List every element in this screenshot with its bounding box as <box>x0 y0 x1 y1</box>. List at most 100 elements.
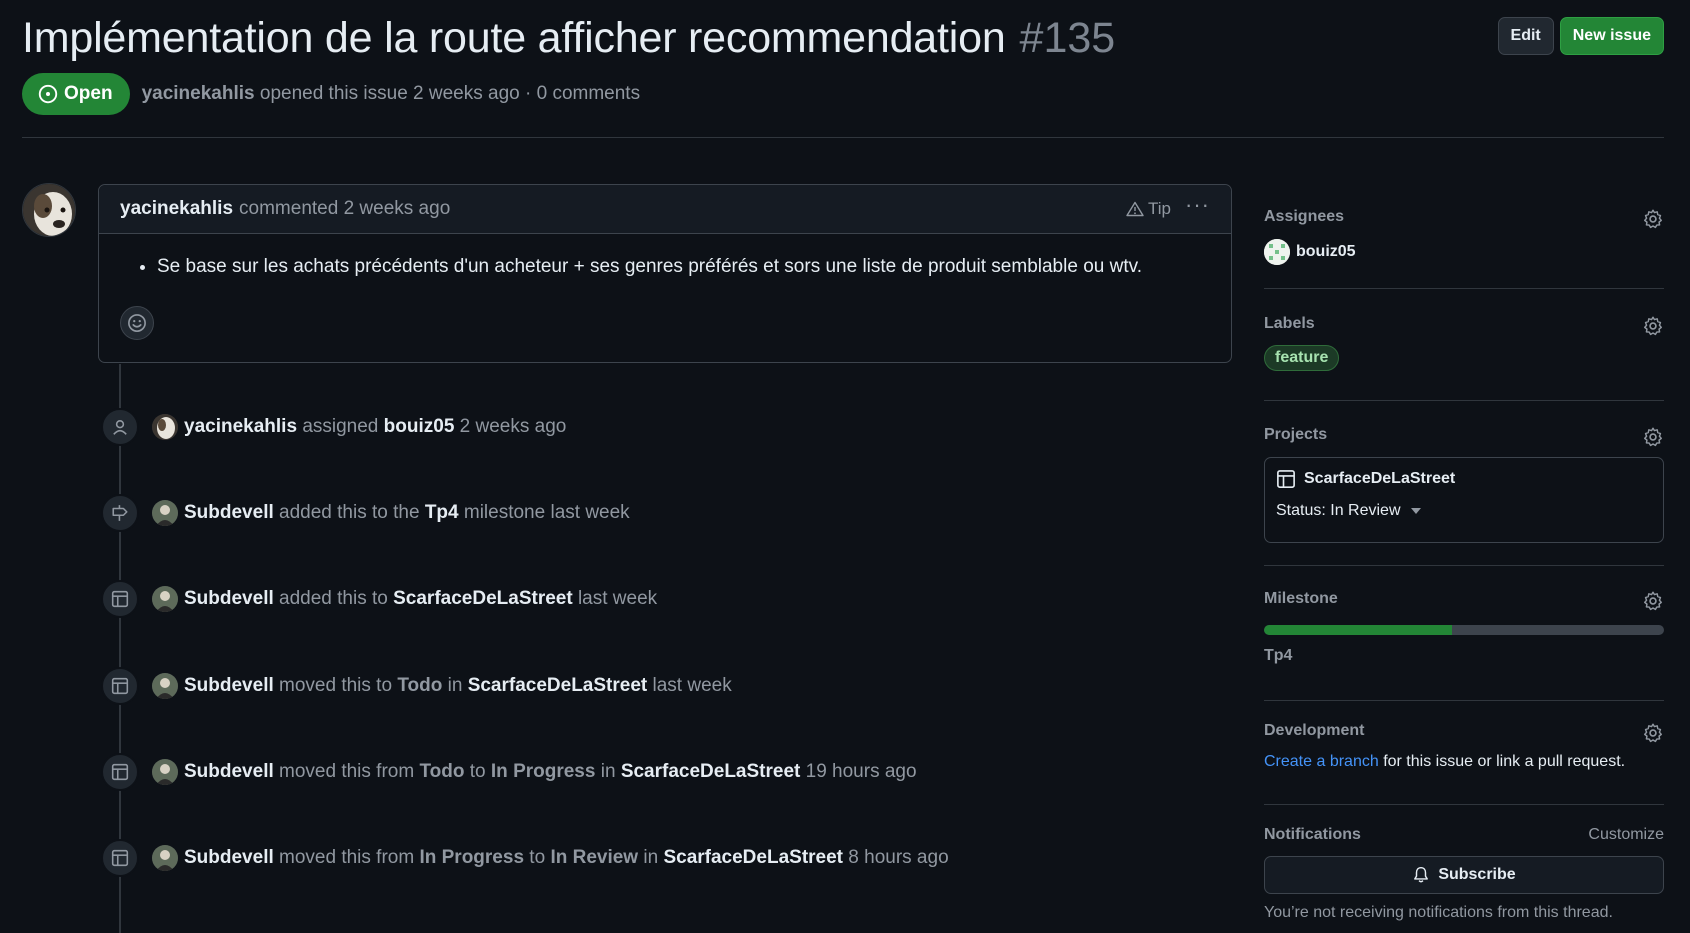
event-verb: added this to <box>279 588 388 609</box>
header-actions: Edit New issue <box>1497 17 1664 55</box>
customize-link[interactable]: Customize <box>1588 826 1664 844</box>
event-actor-link[interactable]: Subdevell <box>184 502 274 523</box>
smiley-icon <box>128 314 146 332</box>
subscribe-button[interactable]: Subscribe <box>1264 856 1664 894</box>
event-text: Subdevell moved this from In Progress to… <box>184 847 949 869</box>
gear-icon[interactable] <box>1642 722 1664 749</box>
labels-title: Labels <box>1264 315 1315 332</box>
gear-icon[interactable] <box>1642 315 1664 342</box>
project-card: ScarfaceDeLaStreet Status: In Review <box>1264 457 1664 543</box>
project-table-icon <box>101 580 139 618</box>
avatar[interactable] <box>152 414 178 440</box>
event-column: In Review <box>550 847 639 868</box>
kebab-menu-icon[interactable]: ··· <box>1185 194 1210 216</box>
event-column: In Progress <box>419 847 525 868</box>
event-text: Subdevell moved this from Todo to In Pro… <box>184 761 917 783</box>
avatar[interactable] <box>152 673 178 699</box>
avatar[interactable] <box>152 500 178 526</box>
event-actor-link[interactable]: Subdevell <box>184 588 274 609</box>
title-row: Implémentation de la route afficher reco… <box>22 10 1664 66</box>
project-table-icon <box>101 667 139 705</box>
comment-author-link[interactable]: yacinekahlis <box>120 198 233 220</box>
comment-box: yacinekahlis commented 2 weeks ago Tip ·… <box>98 184 1232 363</box>
tip-label: Tip <box>1148 199 1172 218</box>
event-entity-link[interactable]: ScarfaceDeLaStreet <box>468 675 648 696</box>
gear-icon[interactable] <box>1642 590 1664 617</box>
event-entity-link[interactable]: ScarfaceDeLaStreet <box>621 761 801 782</box>
timeline-event: Subdevell moved this to Todo in Scarface… <box>101 666 732 706</box>
event-time: last week <box>577 588 658 609</box>
event-verb: in <box>600 761 616 782</box>
development-rest-text: for this issue or link a pull request. <box>1383 753 1626 770</box>
project-table-icon <box>101 753 139 791</box>
assignee-name: bouiz05 <box>1296 243 1356 260</box>
development-text: Create a branch for this issue or link a… <box>1264 753 1664 771</box>
project-status-dropdown[interactable]: Status: In Review <box>1276 502 1652 520</box>
event-text: yacinekahlis assigned bouiz05 2 weeks ag… <box>184 416 566 438</box>
comment-actions: Tip ··· <box>1126 194 1210 219</box>
event-actor-link[interactable]: Subdevell <box>184 847 274 868</box>
timeline-event: Subdevell moved this from In Progress to… <box>101 838 949 878</box>
milestone-section: Milestone Tp4 <box>1264 590 1664 701</box>
event-actor-link[interactable]: Subdevell <box>184 761 274 782</box>
notifications-info: You’re not receiving notifications from … <box>1264 904 1613 921</box>
milestone-link[interactable]: Tp4 <box>1264 647 1664 665</box>
author-link[interactable]: yacinekahlis <box>142 83 255 104</box>
timeline-event: Subdevell moved this from Todo to In Pro… <box>101 752 917 792</box>
issue-meta: Open yacinekahlis opened this issue 2 we… <box>22 73 640 115</box>
status-badge: Open <box>22 73 130 115</box>
event-column: In Progress <box>490 761 596 782</box>
project-table-icon <box>1277 470 1295 488</box>
avatar[interactable] <box>152 586 178 612</box>
event-entity-link[interactable]: ScarfaceDeLaStreet <box>663 847 843 868</box>
gear-icon[interactable] <box>1642 208 1664 235</box>
comment-body: Se base sur les achats précédents d'un a… <box>99 234 1231 278</box>
project-link[interactable]: ScarfaceDeLaStreet <box>1276 469 1652 489</box>
avatar[interactable] <box>152 759 178 785</box>
project-table-icon <box>101 839 139 877</box>
status-label: Open <box>64 83 113 104</box>
event-column: Todo <box>419 761 465 782</box>
milestone-progress-bar <box>1264 625 1664 635</box>
avatar[interactable] <box>22 183 76 237</box>
timeline-event: Subdevell added this to the Tp4 mileston… <box>101 493 630 533</box>
event-time: milestone last week <box>463 502 630 523</box>
tip-button[interactable]: Tip <box>1126 199 1171 219</box>
event-entity-link[interactable]: Tp4 <box>425 502 459 523</box>
new-issue-button[interactable]: New issue <box>1559 17 1664 55</box>
event-verb: in <box>447 675 463 696</box>
issue-number: #135 <box>1019 13 1116 62</box>
event-actor-link[interactable]: yacinekahlis <box>184 416 297 437</box>
event-verb: in <box>643 847 659 868</box>
assignees-section: Assignees bouiz05 <box>1264 208 1664 289</box>
labels-section: Labels feature <box>1264 315 1664 401</box>
milestone-progress-fill <box>1264 625 1452 635</box>
gear-icon[interactable] <box>1642 426 1664 453</box>
comment-header: yacinekahlis commented 2 weeks ago Tip ·… <box>99 185 1231 234</box>
label-feature[interactable]: feature <box>1264 345 1340 371</box>
event-actor-link[interactable]: Subdevell <box>184 675 274 696</box>
event-text: Subdevell added this to the Tp4 mileston… <box>184 502 630 524</box>
add-reaction-button[interactable] <box>120 306 154 340</box>
dog-avatar-image <box>23 184 75 236</box>
issue-opened-icon <box>38 84 58 104</box>
milestone-title: Milestone <box>1264 590 1338 607</box>
event-entity-link[interactable]: ScarfaceDeLaStreet <box>393 588 573 609</box>
event-time: 8 hours ago <box>848 847 949 868</box>
event-entity-link[interactable]: bouiz05 <box>384 416 455 437</box>
event-verb: moved this from <box>279 761 415 782</box>
event-time: last week <box>652 675 732 696</box>
edit-button[interactable]: Edit <box>1497 17 1554 55</box>
issue-header: Implémentation de la route afficher reco… <box>22 10 1664 138</box>
event-verb: added this to the <box>279 502 420 523</box>
assignee-row[interactable]: bouiz05 <box>1264 239 1664 265</box>
timeline-event: Subdevell added this to ScarfaceDeLaStre… <box>101 579 657 619</box>
event-verb: moved this from <box>279 847 415 868</box>
avatar[interactable] <box>152 845 178 871</box>
opened-text: opened this issue 2 weeks ago · 0 commen… <box>259 83 641 104</box>
comment-bullet: Se base sur les achats précédents d'un a… <box>157 256 1231 278</box>
event-time: 2 weeks ago <box>459 416 567 437</box>
event-text: Subdevell added this to ScarfaceDeLaStre… <box>184 588 657 610</box>
create-branch-link[interactable]: Create a branch <box>1264 753 1379 770</box>
timeline-event: yacinekahlis assigned bouiz05 2 weeks ag… <box>101 407 566 447</box>
